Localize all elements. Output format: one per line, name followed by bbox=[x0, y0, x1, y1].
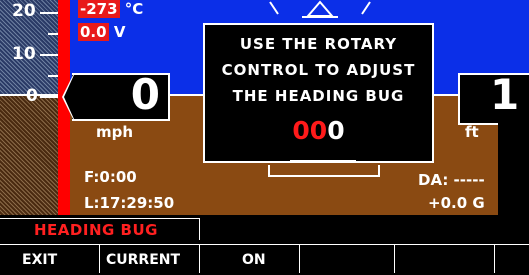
g-meter: +0.0 G bbox=[428, 194, 485, 212]
temperature-unit: °C bbox=[124, 0, 144, 18]
dialog-line-3: THE HEADING BUG bbox=[232, 87, 405, 105]
altitude-unit: ft bbox=[465, 123, 479, 141]
exit-softkey[interactable]: EXIT bbox=[0, 244, 100, 273]
g-meter-value: +0.0 bbox=[428, 194, 468, 212]
g-meter-unit: G bbox=[472, 194, 485, 212]
fuel-timer: F:0:00 bbox=[84, 168, 137, 186]
speed-scale-0: 0 bbox=[26, 86, 38, 106]
flight-path-left-tick bbox=[268, 165, 270, 177]
heading-bug-value: 000 bbox=[205, 117, 432, 145]
dialog-line-2: CONTROL TO ADJUST bbox=[221, 61, 416, 79]
voltage-unit: V bbox=[113, 23, 126, 41]
heading-bug-dialog: USE THE ROTARY CONTROL TO ADJUST THE HEA… bbox=[203, 23, 434, 163]
altitude-value: 1 bbox=[490, 70, 520, 119]
vsi-strip bbox=[498, 120, 529, 215]
voltage-readout: 0.0 V bbox=[78, 23, 125, 41]
voltage-value: 0.0 bbox=[78, 23, 109, 41]
speed-tick-minor bbox=[48, 75, 58, 77]
speed-tick-0 bbox=[40, 96, 58, 98]
on-softkey[interactable]: ON bbox=[200, 244, 300, 273]
speed-tape: 20 10 0 bbox=[0, 0, 64, 215]
local-clock: L:17:29:50 bbox=[84, 194, 175, 212]
current-softkey[interactable]: CURRENT bbox=[100, 244, 200, 273]
speed-scale-10: 10 bbox=[12, 44, 36, 64]
softkey-6[interactable] bbox=[495, 244, 529, 273]
density-altitude: DA: ----- bbox=[418, 171, 485, 189]
flight-path-line bbox=[268, 175, 380, 177]
temperature-readout: -273 °C bbox=[78, 0, 143, 18]
temperature-value: -273 bbox=[78, 0, 120, 18]
heading-value-white-digit: 0 bbox=[327, 116, 345, 145]
softkey-4[interactable] bbox=[300, 244, 395, 273]
speed-tick-10 bbox=[40, 54, 58, 56]
glideslope-line bbox=[290, 160, 356, 162]
speed-scale-20: 20 bbox=[12, 1, 36, 21]
speed-tick-20 bbox=[40, 12, 58, 14]
dialog-line-1: USE THE ROTARY bbox=[239, 35, 398, 53]
flight-path-right-tick bbox=[378, 165, 380, 177]
airspeed-unit: mph bbox=[96, 123, 134, 141]
menu-title: HEADING BUG bbox=[0, 218, 200, 240]
speed-tick-minor bbox=[48, 33, 58, 35]
roll-indicator-icon bbox=[269, 0, 371, 18]
heading-value-red-digits: 00 bbox=[292, 116, 328, 145]
airspeed-pointer-inner bbox=[64, 75, 74, 119]
softkey-bar: EXIT CURRENT ON bbox=[0, 244, 529, 273]
softkey-5[interactable] bbox=[395, 244, 495, 273]
airspeed-value: 0 bbox=[130, 70, 160, 119]
